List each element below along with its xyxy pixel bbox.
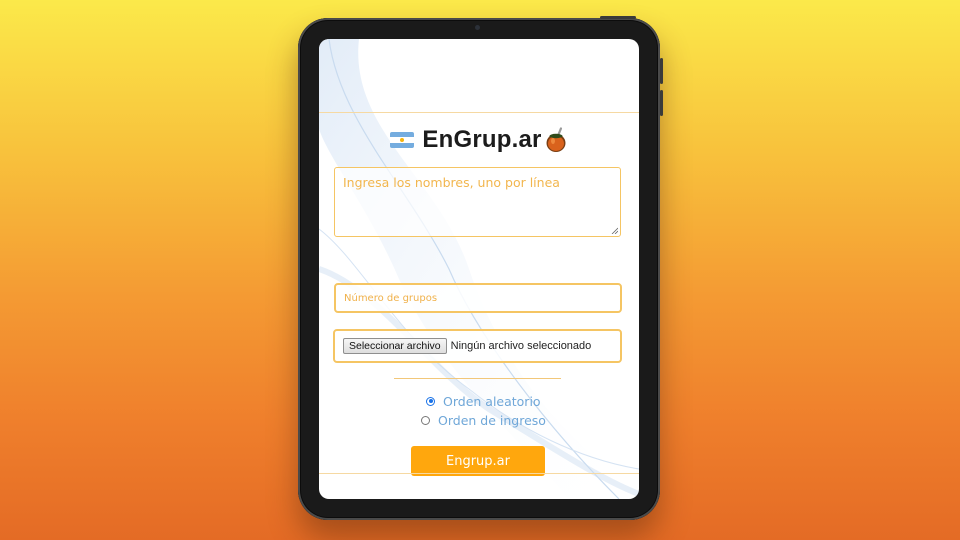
mate-gourd-icon [546,127,566,152]
volume-up-button [660,58,663,84]
engrupar-button[interactable]: Engrup.ar [411,446,545,476]
resize-handle-icon[interactable] [611,227,618,234]
argentina-flag-icon [390,132,415,148]
top-divider [319,112,639,113]
radio-option-entry[interactable]: Orden de ingreso [421,412,546,428]
choose-file-button[interactable]: Seleccionar archivo [343,338,447,354]
app-header: EnGrup.ar [319,125,639,155]
file-status: Ningún archivo seleccionado [450,340,592,352]
tablet-frame: EnGrup.ar Ingresa los nombres, uno por l… [298,16,663,520]
power-button [600,16,636,19]
group-count-placeholder: Número de grupos [344,292,438,304]
file-input[interactable]: Seleccionar archivo Ningún archivo selec… [333,329,622,363]
camera-icon [475,25,480,30]
background-swirl [319,39,639,499]
names-textarea[interactable]: Ingresa los nombres, uno por línea [334,167,621,237]
radio-entry-label: Orden de ingreso [438,412,546,428]
radio-option-random[interactable]: Orden aleatorio [426,393,541,409]
bottom-divider [319,473,639,474]
volume-down-button [660,90,663,116]
app-screen: EnGrup.ar Ingresa los nombres, uno por l… [319,39,639,499]
app-title: EnGrup.ar [422,126,542,153]
radio-random-label: Orden aleatorio [443,393,541,409]
radio-random-icon[interactable] [426,396,435,406]
names-placeholder: Ingresa los nombres, uno por línea [343,175,560,190]
group-count-input[interactable]: Número de grupos [334,283,622,313]
radio-entry-icon[interactable] [421,415,430,425]
options-divider [394,378,561,379]
